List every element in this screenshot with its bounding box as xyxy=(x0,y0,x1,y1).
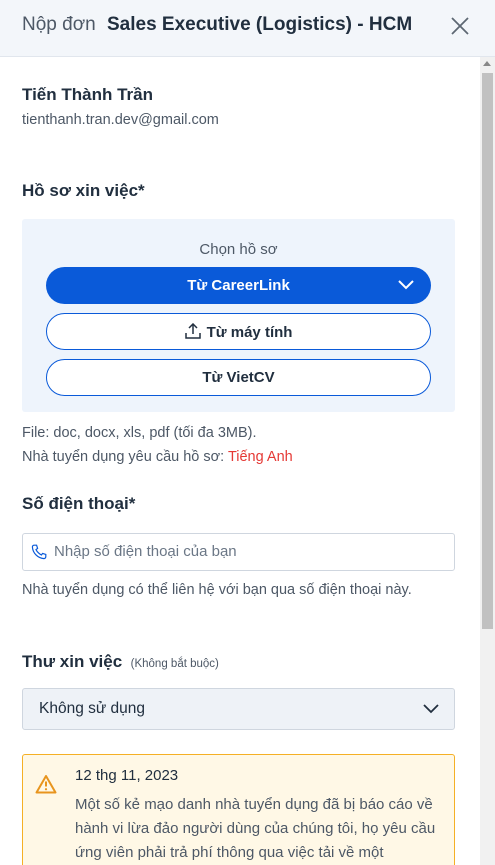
from-careerlink-label: Từ CareerLink xyxy=(187,277,290,294)
phone-icon xyxy=(31,544,47,560)
cover-letter-optional: (Không bắt buộc) xyxy=(130,658,219,670)
from-vietcv-button[interactable]: Từ VietCV xyxy=(46,359,431,396)
cv-choose-label: Chọn hồ sơ xyxy=(199,241,278,258)
cover-letter-selected: Không sử dụng xyxy=(39,700,146,717)
applicant-name: Tiến Thành Trần xyxy=(22,85,153,104)
scam-warning: 12 thg 11, 2023 Một số kẻ mạo danh nhà t… xyxy=(22,754,455,865)
from-computer-button[interactable]: Từ máy tính xyxy=(46,313,431,350)
cv-picker-box: Chọn hồ sơ Từ CareerLink Từ máy tính Từ … xyxy=(22,219,455,412)
language-hint-prefix: Nhà tuyển dụng yêu cầu hồ sơ: xyxy=(22,449,225,465)
cover-letter-title: Thư xin việc xyxy=(22,652,123,671)
phone-hint: Nhà tuyển dụng có thể liên hệ với bạn qu… xyxy=(22,582,412,598)
chevron-down-icon xyxy=(423,704,439,714)
modal-body[interactable]: Tiến Thành Trần tienthanh.tran.dev@gmail… xyxy=(0,57,480,865)
scrollbar-thumb[interactable] xyxy=(482,73,493,629)
modal-header: Nộp đơn Sales Executive (Logistics) - HC… xyxy=(0,0,495,57)
phone-field[interactable] xyxy=(22,533,455,571)
warning-text: Một số kẻ mạo danh nhà tuyển dụng đã bị … xyxy=(75,796,436,861)
phone-input[interactable] xyxy=(54,534,444,568)
chevron-down-icon xyxy=(398,280,414,290)
language-hint: Nhà tuyển dụng yêu cầu hồ sơ: Tiếng Anh xyxy=(22,449,293,465)
file-hint: File: doc, docx, xls, pdf (tối đa 3MB). xyxy=(22,425,257,441)
upload-icon xyxy=(184,322,201,339)
phone-section-title: Số điện thoại* xyxy=(22,494,136,513)
required-language: Tiếng Anh xyxy=(227,449,293,465)
from-vietcv-label: Từ VietCV xyxy=(202,369,275,386)
applicant-email: tienthanh.tran.dev@gmail.com xyxy=(22,112,219,128)
job-title: Sales Executive (Logistics) - HCM xyxy=(107,14,413,35)
scroll-up-arrow-icon[interactable] xyxy=(483,61,491,66)
warning-date: 12 thg 11, 2023 xyxy=(75,767,179,784)
close-button[interactable] xyxy=(447,13,473,39)
header-prefix: Nộp đơn xyxy=(22,14,96,35)
from-computer-label: Từ máy tính xyxy=(206,324,293,341)
warning-icon xyxy=(35,775,57,794)
cover-letter-select[interactable]: Không sử dụng xyxy=(22,688,455,730)
cv-section-title: Hồ sơ xin việc* xyxy=(22,181,145,200)
from-careerlink-button[interactable]: Từ CareerLink xyxy=(46,267,431,304)
close-icon xyxy=(451,17,469,35)
cover-letter-heading: Thư xin việc (Không bắt buộc) xyxy=(22,652,219,672)
scrollbar[interactable] xyxy=(480,57,495,865)
